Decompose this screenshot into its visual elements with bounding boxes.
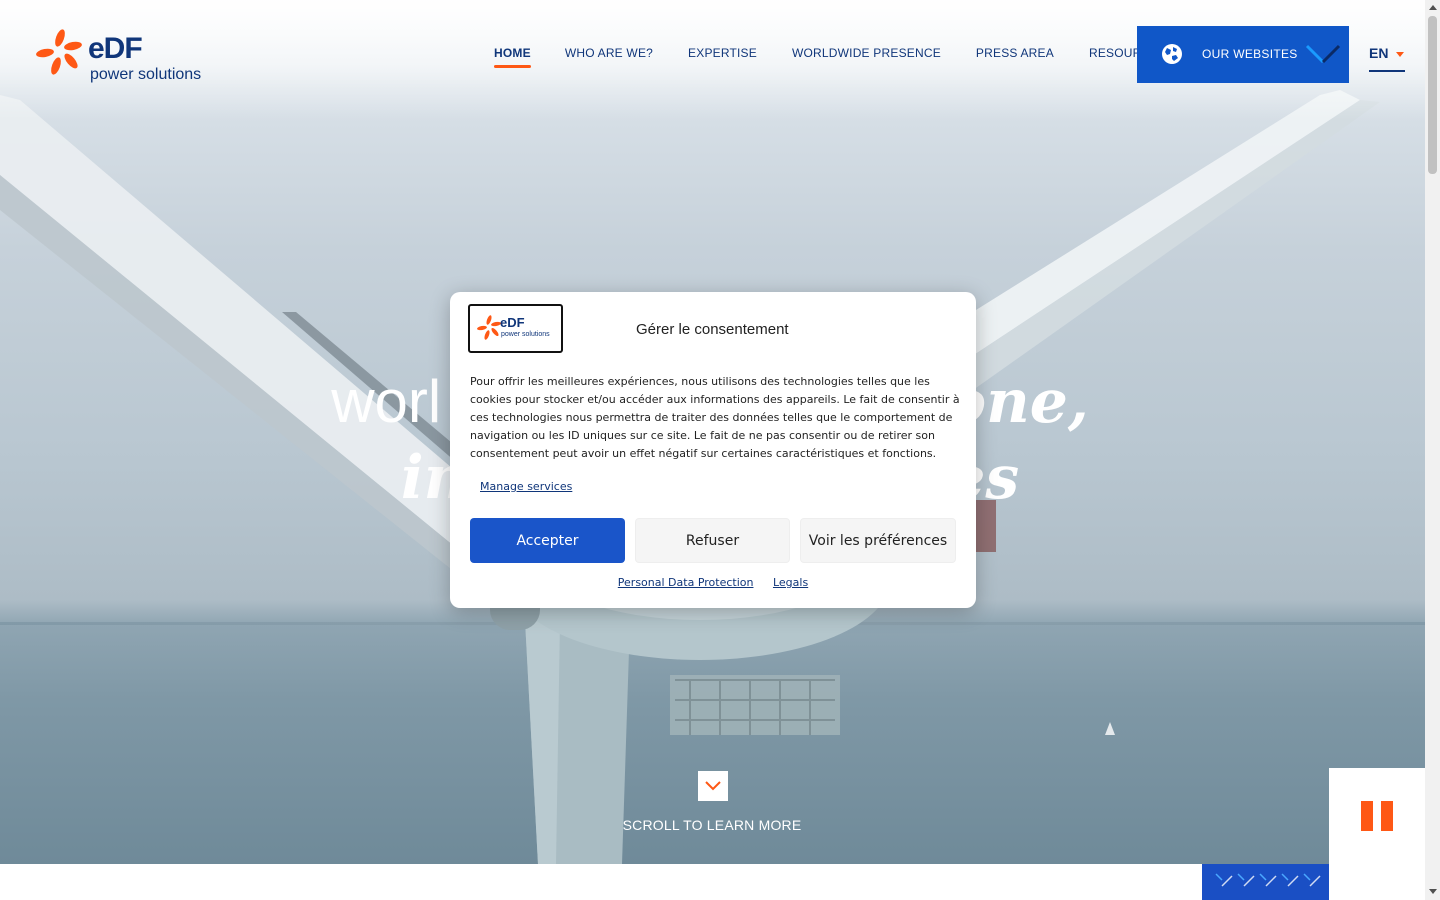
consent-dialog: eDF power solutions Gérer le consentemen…: [450, 292, 976, 608]
scrollbar-thumb[interactable]: [1428, 16, 1437, 174]
nav-home[interactable]: HOME: [494, 46, 531, 68]
nav-press-area[interactable]: PRESS AREA: [976, 46, 1054, 60]
language-selector[interactable]: EN: [1369, 44, 1405, 72]
consent-logo-brand: eDF: [500, 315, 525, 330]
arrow-pattern-icon: [1215, 873, 1321, 887]
globe-icon: [1162, 44, 1182, 64]
preferences-button[interactable]: Voir les préférences: [800, 518, 956, 563]
accept-button[interactable]: Accepter: [470, 518, 625, 563]
edf-logo[interactable]: eDF power solutions: [36, 26, 216, 90]
language-code: EN: [1369, 45, 1389, 61]
scroll-down-icon[interactable]: [1429, 889, 1437, 894]
edf-flower-icon: [36, 29, 82, 75]
nav-who-are-we[interactable]: WHO ARE WE?: [565, 46, 653, 60]
our-websites-label: OUR WEBSITES: [1202, 47, 1298, 61]
scroll-label: SCROLL TO LEARN MORE: [622, 817, 802, 833]
consent-footer-links: Personal Data Protection Legals: [450, 576, 976, 589]
consent-title: Gérer le consentement: [636, 321, 789, 338]
pause-video-button[interactable]: [1329, 768, 1425, 900]
scroll-up-icon[interactable]: [1429, 5, 1437, 10]
chevron-down-icon: [1305, 44, 1341, 64]
main-nav: HOME WHO ARE WE? EXPERTISE WORLDWIDE PRE…: [494, 46, 1167, 68]
nav-expertise[interactable]: EXPERTISE: [688, 46, 757, 60]
logo-brand: eDF: [88, 32, 143, 65]
consent-logo-subtitle: power solutions: [501, 331, 550, 338]
decorative-pattern: [1202, 864, 1329, 900]
page-scrollbar[interactable]: [1425, 0, 1440, 900]
legals-link[interactable]: Legals: [773, 576, 808, 589]
chevron-down-icon: [705, 781, 721, 791]
pause-icon: [1361, 801, 1373, 831]
scroll-down-button[interactable]: [698, 771, 728, 801]
refuse-button[interactable]: Refuser: [635, 518, 790, 563]
headline-line-2-start: worl: [331, 368, 442, 435]
consent-logo: eDF power solutions: [468, 304, 563, 353]
consent-message: Pour offrir les meilleures expériences, …: [470, 375, 960, 460]
logo-subtitle: power solutions: [90, 66, 202, 83]
caret-down-icon: [1396, 52, 1404, 57]
our-websites-button[interactable]: OUR WEBSITES: [1137, 26, 1349, 83]
pause-icon-bar: [1381, 801, 1393, 831]
personal-data-protection-link[interactable]: Personal Data Protection: [618, 576, 754, 589]
manage-services-link[interactable]: Manage services: [480, 480, 572, 493]
nav-worldwide-presence[interactable]: WORLDWIDE PRESENCE: [792, 46, 941, 60]
